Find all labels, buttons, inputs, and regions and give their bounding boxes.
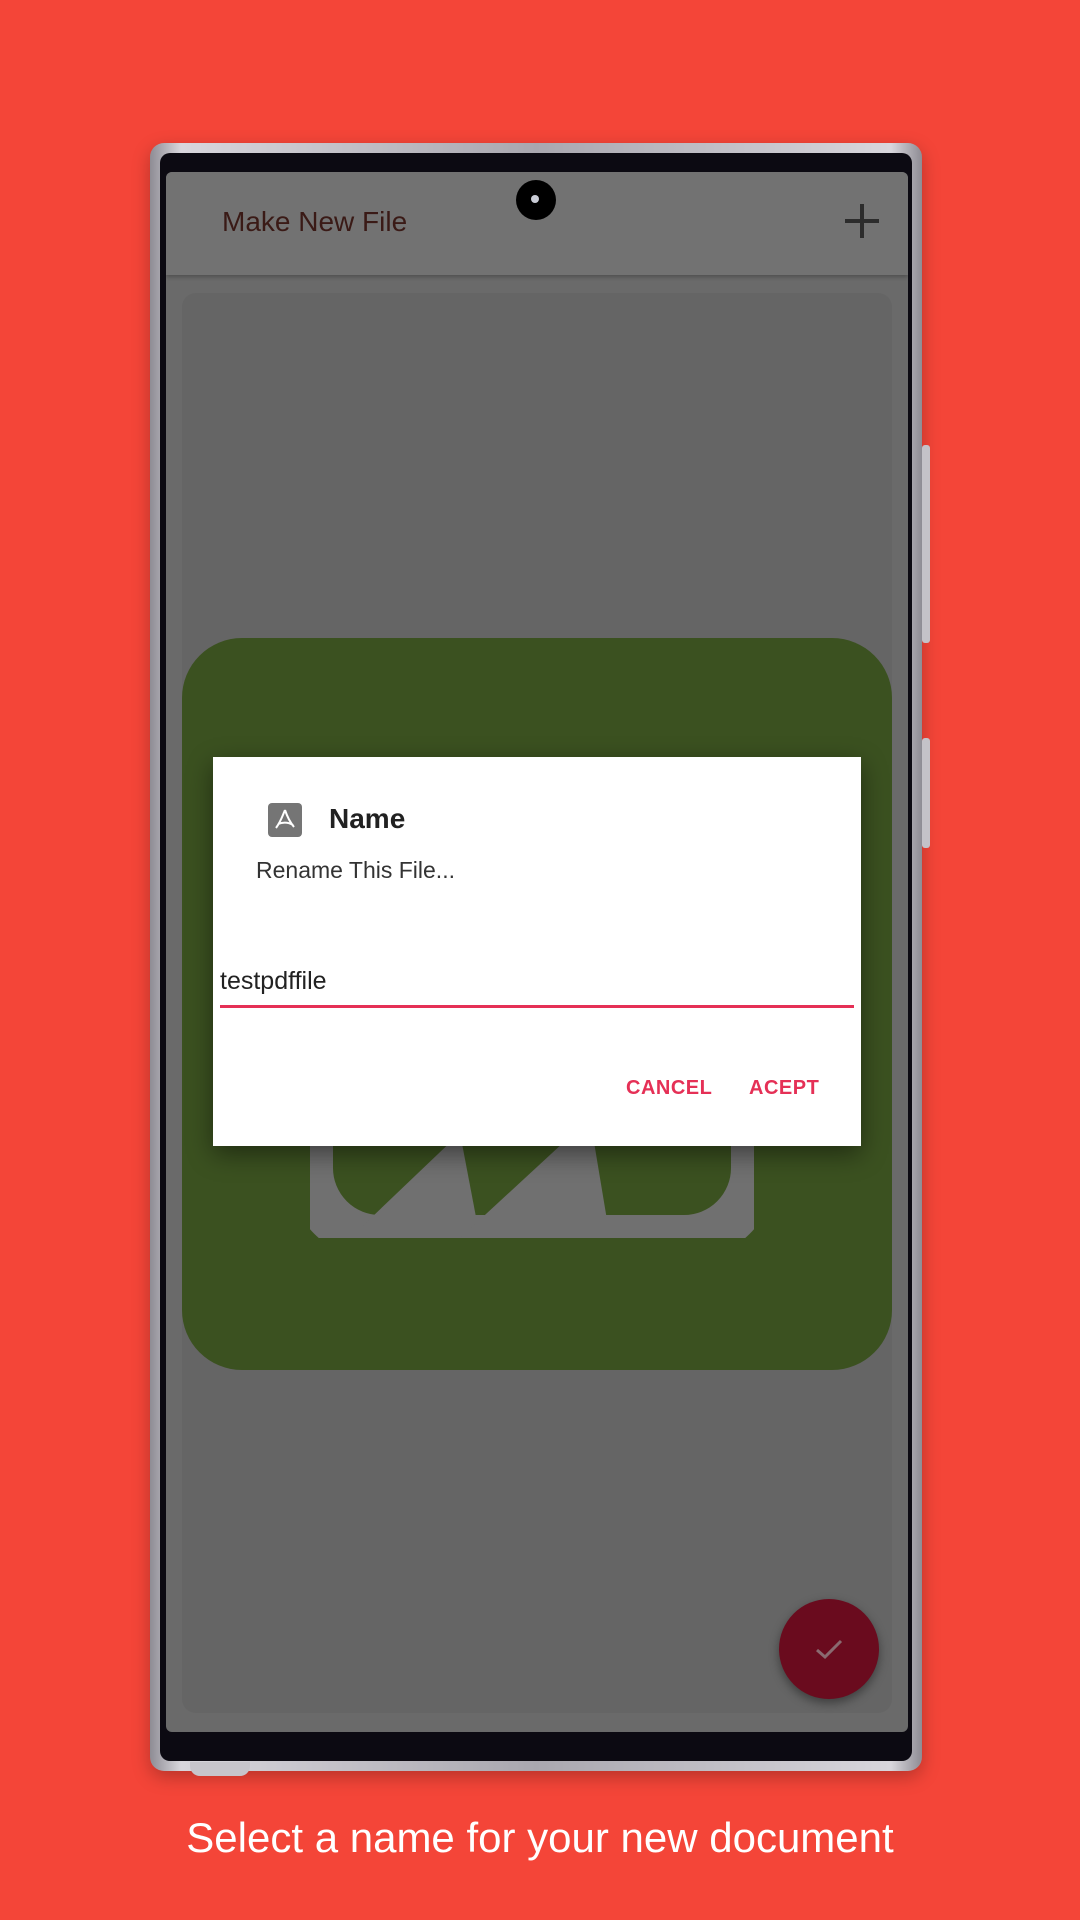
add-icon[interactable] (842, 202, 882, 242)
dialog-title: Name (329, 803, 406, 834)
volume-button (922, 445, 930, 643)
accept-button[interactable]: ACEPT (749, 1077, 819, 1100)
confirm-fab[interactable] (779, 1599, 879, 1699)
check-icon (816, 1639, 843, 1660)
promo-caption: Select a name for your new document (186, 1814, 894, 1861)
phone-stand (190, 1762, 250, 1776)
power-button (922, 738, 930, 848)
cancel-button[interactable]: CANCEL (626, 1077, 712, 1100)
pdf-icon (268, 803, 302, 837)
app-title: Make New File (222, 206, 408, 237)
pdf-glyph (275, 809, 295, 829)
rename-dialog: Name Rename This File... CANCEL ACEPT (213, 757, 861, 1146)
file-name-input[interactable] (220, 957, 854, 1008)
dialog-message: Rename This File... (256, 857, 455, 883)
front-camera (516, 180, 556, 220)
